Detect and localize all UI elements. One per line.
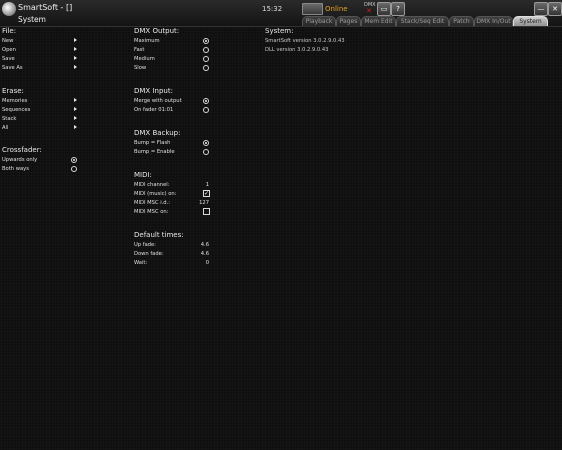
wait-value[interactable]: 0 bbox=[189, 260, 209, 266]
tab-patch[interactable]: Patch bbox=[449, 16, 474, 26]
file-save-as-item[interactable]: Save As bbox=[2, 65, 23, 71]
down-fade-value[interactable]: 4.6 bbox=[189, 251, 209, 257]
midi-msc-on-checkbox[interactable] bbox=[203, 208, 210, 215]
dmx-output-medium-label: Medium bbox=[134, 56, 155, 62]
tab-dmx-in-out[interactable]: DMX In/Out bbox=[474, 16, 513, 26]
up-fade-label: Up fade: bbox=[134, 242, 156, 248]
dmx-output-maximum-radio[interactable] bbox=[203, 38, 209, 44]
page-title: System bbox=[18, 15, 46, 24]
dmx-output-medium-radio[interactable] bbox=[203, 56, 209, 62]
tab-mem-edit[interactable]: Mem Edit bbox=[361, 16, 396, 26]
file-heading: File: bbox=[2, 27, 17, 35]
smartsoft-version-text: SmartSoft version 3.0.2.9.0.43 bbox=[265, 38, 345, 44]
midi-msc-on-label: MIDI MSC on: bbox=[134, 209, 169, 215]
up-fade-value[interactable]: 4.6 bbox=[189, 242, 209, 248]
midi-msc-id-label: MIDI MSC i.d.: bbox=[134, 200, 170, 206]
midi-channel-label: MIDI channel: bbox=[134, 182, 170, 188]
dmx-input-merge-radio[interactable] bbox=[203, 98, 209, 104]
dmx-input-on-fader-radio[interactable] bbox=[203, 107, 209, 113]
connection-indicator-button[interactable] bbox=[302, 3, 323, 15]
crossfader-upwards-only-label: Upwards only bbox=[2, 157, 38, 163]
erase-sequences-arrow-icon[interactable] bbox=[74, 107, 77, 111]
tab-system[interactable]: System bbox=[513, 16, 548, 26]
dmx-input-on-fader-label: On fader 01:01 bbox=[134, 107, 174, 113]
file-save-as-arrow-icon[interactable] bbox=[74, 65, 77, 69]
erase-all-item[interactable]: All bbox=[2, 125, 8, 131]
midi-channel-value[interactable]: 1 bbox=[189, 182, 209, 188]
midi-heading: MIDI: bbox=[134, 171, 152, 179]
dmx-input-heading: DMX Input: bbox=[134, 87, 173, 95]
erase-memories-arrow-icon[interactable] bbox=[74, 98, 77, 102]
erase-memories-item[interactable]: Memories bbox=[2, 98, 27, 104]
tab-playback[interactable]: Playback bbox=[302, 16, 336, 26]
tab-stack-seq-edit[interactable]: Stack/Seq Edit bbox=[396, 16, 449, 26]
dmx-interface-icon[interactable]: DMX ✕ bbox=[364, 2, 376, 15]
crossfader-upwards-only-radio[interactable] bbox=[71, 157, 77, 163]
down-fade-label: Down fade: bbox=[134, 251, 164, 257]
file-open-arrow-icon[interactable] bbox=[74, 47, 77, 51]
minimize-button[interactable]: — bbox=[534, 2, 548, 16]
connection-status: Online bbox=[325, 5, 348, 13]
erase-sequences-item[interactable]: Sequences bbox=[2, 107, 30, 113]
clock: 15:32 bbox=[262, 5, 283, 13]
file-new-item[interactable]: New bbox=[2, 38, 13, 44]
dmx-backup-flash-label: Bump = Flash bbox=[134, 140, 171, 146]
erase-heading: Erase: bbox=[2, 87, 24, 95]
dmx-output-maximum-label: Maximum bbox=[134, 38, 160, 44]
smartsoft-logo-icon bbox=[2, 2, 16, 16]
dmx-backup-enable-radio[interactable] bbox=[203, 149, 209, 155]
crossfader-both-ways-radio[interactable] bbox=[71, 166, 77, 172]
system-heading: System: bbox=[265, 27, 294, 35]
dmx-input-merge-label: Merge with output bbox=[134, 98, 182, 104]
dmx-backup-enable-label: Bump = Enable bbox=[134, 149, 175, 155]
file-save-arrow-icon[interactable] bbox=[74, 56, 77, 60]
wait-label: Wait: bbox=[134, 260, 148, 266]
midi-music-on-label: MIDI (music) on: bbox=[134, 191, 177, 197]
dmx-output-slow-radio[interactable] bbox=[203, 65, 209, 71]
app-title: SmartSoft - [] bbox=[18, 3, 73, 12]
crossfader-both-ways-label: Both ways bbox=[2, 166, 29, 172]
dmx-backup-heading: DMX Backup: bbox=[134, 129, 181, 137]
default-times-heading: Default times: bbox=[134, 231, 184, 239]
disconnected-x-icon: ✕ bbox=[366, 7, 372, 15]
midi-music-on-checkbox[interactable]: ✓ bbox=[203, 190, 210, 197]
dmx-output-fast-label: Fast bbox=[134, 47, 145, 53]
erase-stack-item[interactable]: Stack bbox=[2, 116, 16, 122]
dll-version-text: DLL version 3.0.2.9.0.43 bbox=[265, 47, 329, 53]
erase-all-arrow-icon[interactable] bbox=[74, 125, 77, 129]
help-button[interactable]: ? bbox=[391, 2, 405, 16]
dmx-output-heading: DMX Output: bbox=[134, 27, 180, 35]
file-save-item[interactable]: Save bbox=[2, 56, 15, 62]
dmx-dongle-button[interactable]: ▭ bbox=[377, 2, 391, 16]
dmx-backup-flash-radio[interactable] bbox=[203, 140, 209, 146]
erase-stack-arrow-icon[interactable] bbox=[74, 116, 77, 120]
close-button[interactable]: ✕ bbox=[548, 2, 562, 16]
dmx-output-slow-label: Slow bbox=[134, 65, 147, 71]
file-new-arrow-icon[interactable] bbox=[74, 38, 77, 42]
title-bar: SmartSoft - [] 15:32 Online DMX ✕ ▭ ? — … bbox=[0, 0, 562, 27]
file-open-item[interactable]: Open bbox=[2, 47, 16, 53]
dmx-output-fast-radio[interactable] bbox=[203, 47, 209, 53]
midi-msc-id-value[interactable]: 127 bbox=[189, 200, 209, 206]
tab-pages[interactable]: Pages bbox=[336, 16, 361, 26]
crossfader-heading: Crossfader: bbox=[2, 146, 42, 154]
